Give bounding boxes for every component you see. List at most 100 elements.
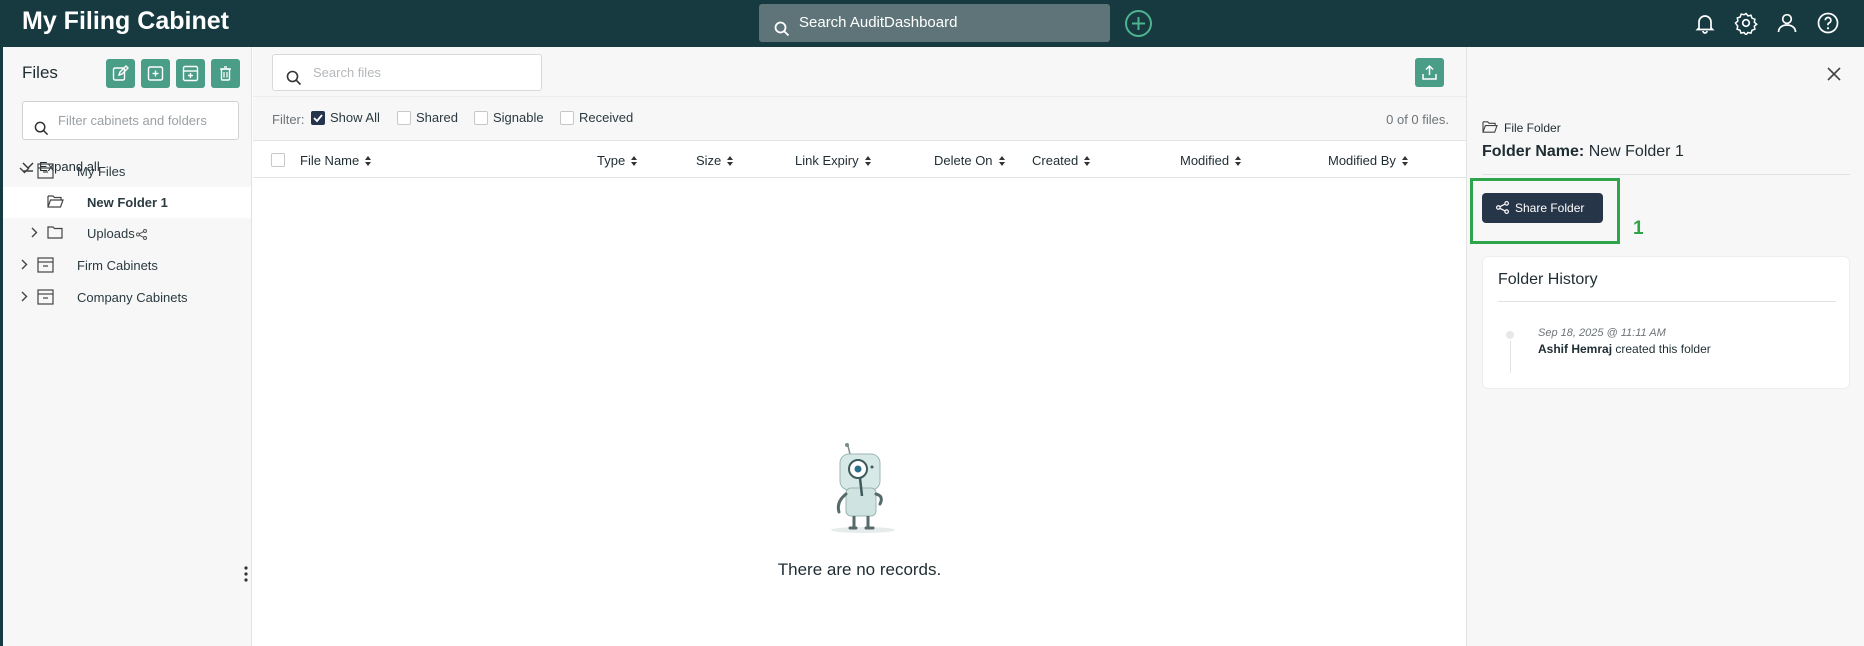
checkbox-checked[interactable] bbox=[311, 111, 325, 125]
trash-icon bbox=[220, 66, 231, 81]
column-type[interactable]: Type bbox=[597, 153, 638, 168]
column-delete-on[interactable]: Delete On bbox=[934, 153, 1005, 168]
panel-item-type-label: File Folder bbox=[1504, 121, 1561, 135]
add-icon[interactable] bbox=[1124, 9, 1153, 38]
cabinet-icon bbox=[37, 289, 54, 305]
help-icon[interactable] bbox=[1816, 11, 1840, 35]
empty-state-robot-icon bbox=[831, 443, 895, 533]
global-search-placeholder: Search AuditDashboard bbox=[799, 14, 958, 31]
column-label: Size bbox=[696, 153, 722, 168]
select-all-checkbox[interactable] bbox=[271, 153, 285, 167]
upload-button[interactable] bbox=[1415, 58, 1444, 87]
sort-icon bbox=[998, 156, 1005, 166]
tree-item-firm-cabinets[interactable]: Firm Cabinets bbox=[3, 250, 251, 281]
history-user: Ashif Hemraj bbox=[1538, 342, 1613, 356]
edit-button[interactable] bbox=[106, 59, 135, 88]
cabinet-filter-input[interactable]: Filter cabinets and folders bbox=[22, 101, 239, 140]
archive-icon bbox=[182, 65, 199, 82]
column-created[interactable]: Created bbox=[1032, 153, 1091, 168]
tree-item-company-cabinets[interactable]: Company Cabinets bbox=[3, 282, 251, 313]
column-size[interactable]: Size bbox=[696, 153, 734, 168]
checkbox[interactable] bbox=[560, 111, 574, 125]
empty-state-text: There are no records. bbox=[777, 560, 942, 579]
column-modified-by[interactable]: Modified By bbox=[1328, 153, 1408, 168]
column-label: Type bbox=[597, 153, 626, 168]
folder-open-icon bbox=[47, 195, 64, 208]
sort-icon bbox=[727, 156, 734, 166]
edit-icon bbox=[112, 65, 129, 81]
timeline-line bbox=[1510, 341, 1511, 373]
global-search-input[interactable]: Search AuditDashboard bbox=[759, 4, 1110, 42]
new-cabinet-button[interactable] bbox=[176, 59, 205, 88]
timeline-dot bbox=[1506, 331, 1514, 339]
sort-icon bbox=[631, 156, 638, 166]
chevron-right-icon[interactable] bbox=[29, 227, 40, 238]
details-panel: File Folder Folder Name: New Folder 1 Sh… bbox=[1466, 47, 1864, 646]
file-list-area: Search files Filter: Show All Shared Sig… bbox=[253, 47, 1466, 646]
search-icon bbox=[34, 113, 49, 150]
folder-name-label: Folder Name: bbox=[1482, 143, 1585, 160]
upload-icon bbox=[1422, 64, 1437, 80]
close-icon[interactable] bbox=[1826, 66, 1842, 82]
tree-item-label: Firm Cabinets bbox=[77, 258, 158, 273]
history-action: created this folder bbox=[1615, 342, 1711, 356]
folder-history-title: Folder History bbox=[1498, 271, 1598, 288]
resize-handle-icon[interactable] bbox=[243, 565, 249, 585]
user-icon[interactable] bbox=[1775, 11, 1799, 35]
sort-icon bbox=[1235, 156, 1242, 166]
share-folder-label: Share Folder bbox=[1515, 201, 1585, 215]
panel-item-type: File Folder bbox=[1482, 121, 1561, 135]
top-bar: My Filing Cabinet Search AuditDashboard bbox=[0, 0, 1864, 47]
tree-item-uploads[interactable]: Uploads bbox=[3, 218, 251, 249]
annotation-number: 1 bbox=[1633, 218, 1644, 239]
history-entry: Ashif Hemraj created this folder bbox=[1538, 342, 1711, 356]
divider bbox=[1498, 301, 1836, 302]
share-folder-button[interactable]: Share Folder bbox=[1482, 193, 1603, 223]
share-icon bbox=[1496, 201, 1509, 214]
column-label: Modified bbox=[1180, 153, 1230, 168]
tree-item-label: Company Cabinets bbox=[77, 290, 188, 305]
file-toolbar: Search files bbox=[253, 47, 1466, 97]
new-folder-button[interactable] bbox=[141, 59, 170, 88]
column-label: Delete On bbox=[934, 153, 993, 168]
sort-icon bbox=[1084, 156, 1091, 166]
share-icon bbox=[136, 229, 147, 240]
column-file-name[interactable]: File Name bbox=[300, 153, 372, 168]
chevron-down-icon[interactable] bbox=[19, 165, 30, 176]
checkbox[interactable] bbox=[474, 111, 488, 125]
new-folder-icon bbox=[147, 66, 164, 81]
tree-item-label: My Files bbox=[77, 164, 126, 179]
filter-bar: Filter: Show All Shared Signable Receive… bbox=[253, 97, 1466, 141]
tree-item-my-files[interactable]: My Files bbox=[3, 156, 251, 187]
cabinet-filter-placeholder: Filter cabinets and folders bbox=[58, 113, 207, 128]
column-label: Created bbox=[1032, 153, 1079, 168]
folder-name-value: New Folder 1 bbox=[1588, 143, 1684, 160]
filter-option-label: Shared bbox=[416, 110, 458, 125]
app-title: My Filing Cabinet bbox=[22, 7, 229, 35]
sort-icon bbox=[1401, 156, 1408, 166]
folder-history-card: Folder History Sep 18, 2025 @ 11:11 AM A… bbox=[1482, 256, 1850, 389]
folder-open-icon bbox=[1482, 120, 1498, 137]
column-modified[interactable]: Modified bbox=[1180, 153, 1242, 168]
delete-button[interactable] bbox=[211, 59, 240, 88]
gear-icon[interactable] bbox=[1734, 11, 1758, 37]
file-search-input[interactable]: Search files bbox=[272, 54, 542, 91]
chevron-right-icon[interactable] bbox=[19, 259, 30, 270]
tree-item-label: New Folder 1 bbox=[87, 195, 168, 210]
cabinet-icon bbox=[37, 163, 54, 179]
sidebar: Files Filter cabinets and folders Expand… bbox=[0, 47, 252, 646]
bell-icon[interactable] bbox=[1693, 11, 1717, 35]
column-label: File Name bbox=[300, 153, 360, 168]
filter-option-label: Received bbox=[579, 110, 634, 125]
history-date: Sep 18, 2025 @ 11:11 AM bbox=[1538, 327, 1666, 339]
file-search-placeholder: Search files bbox=[313, 65, 381, 80]
table-header: File Name Type Size Link Expiry Delete O… bbox=[253, 141, 1466, 178]
divider bbox=[1482, 174, 1850, 175]
chevron-right-icon[interactable] bbox=[19, 291, 30, 302]
filter-option-label: Signable bbox=[493, 110, 544, 125]
column-link-expiry[interactable]: Link Expiry bbox=[795, 153, 871, 168]
checkbox[interactable] bbox=[397, 111, 411, 125]
sort-icon bbox=[864, 156, 871, 166]
tree-item-new-folder-1[interactable]: New Folder 1 bbox=[3, 187, 251, 218]
filter-label: Filter: bbox=[272, 112, 305, 127]
